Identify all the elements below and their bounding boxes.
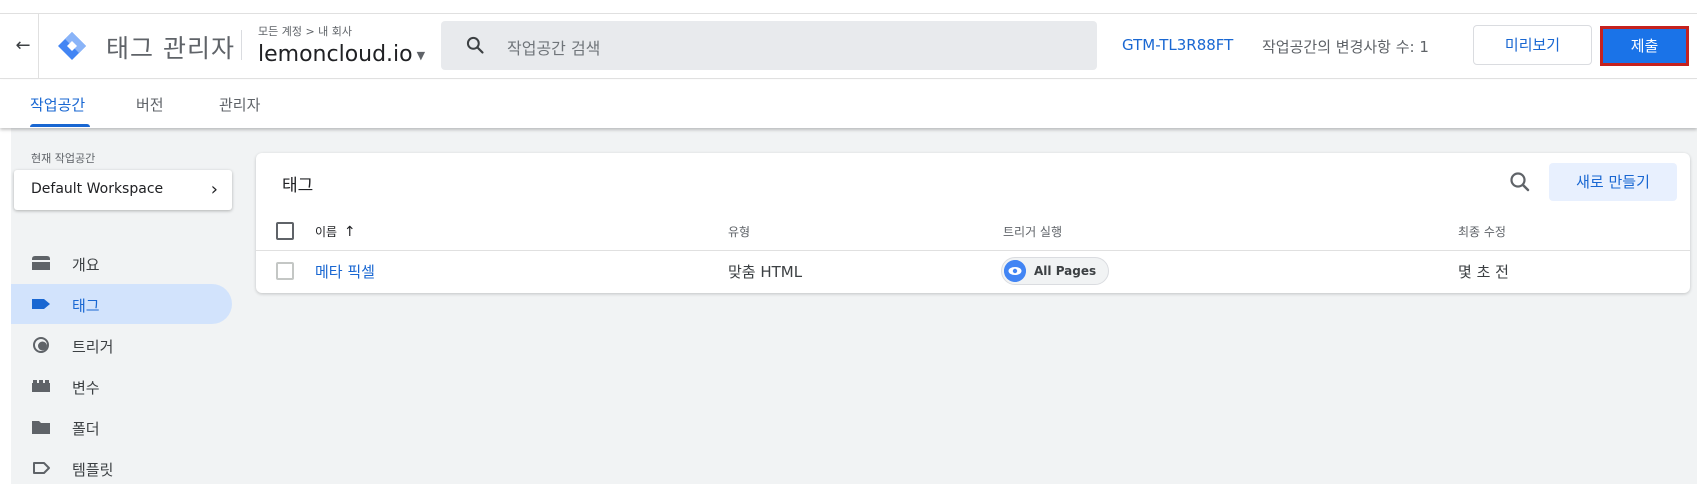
- workspace-name: Default Workspace: [31, 181, 164, 197]
- tab-admin[interactable]: 관리자: [219, 94, 260, 115]
- sidebar-item-tags[interactable]: 태그: [11, 284, 232, 324]
- row-checkbox[interactable]: [276, 262, 294, 280]
- workspace-search-input[interactable]: 작업공간 검색: [441, 21, 1097, 70]
- main-tabs: 작업공간 버전 관리자: [0, 80, 1697, 128]
- workspace-changes-count[interactable]: 작업공간의 변경사항 수: 1: [1262, 36, 1429, 57]
- sidebar-item-overview[interactable]: 개요: [11, 243, 232, 283]
- container-selector[interactable]: lemoncloud.io ▼: [258, 42, 425, 67]
- account-breadcrumb[interactable]: 모든 계정 > 내 회사: [258, 23, 352, 39]
- tags-table-card: 태그 새로 만들기 이름 ↑ 유형 트리거 실행 최종 수정 메타 픽셀 맞춤 …: [256, 153, 1690, 293]
- column-header-name[interactable]: 이름 ↑: [315, 223, 356, 240]
- column-label: 이름: [315, 225, 338, 239]
- trigger-icon: [33, 337, 49, 353]
- last-modified: 몇 초 전: [1458, 263, 1509, 281]
- column-header-type[interactable]: 유형: [728, 223, 750, 240]
- variables-icon: [32, 380, 50, 392]
- back-arrow-icon[interactable]: ←: [11, 34, 35, 58]
- sidebar-item-label: 변수: [72, 379, 100, 397]
- dropdown-caret-icon: ▼: [416, 48, 426, 62]
- tab-workspace[interactable]: 작업공간: [30, 94, 85, 115]
- tag-icon: [32, 299, 50, 309]
- tag-name-link[interactable]: 메타 픽셀: [315, 261, 375, 282]
- folder-icon: [32, 421, 50, 434]
- tag-type: 맞춤 HTML: [728, 263, 803, 281]
- divider: [38, 14, 39, 78]
- new-tag-button[interactable]: 새로 만들기: [1549, 163, 1677, 201]
- trigger-chip[interactable]: All Pages: [1001, 257, 1110, 285]
- divider: [241, 30, 242, 60]
- container-id-link[interactable]: GTM-TL3R88FT: [1122, 36, 1233, 54]
- gtm-logo-icon: [58, 32, 86, 60]
- tags-card-title: 태그: [282, 176, 314, 196]
- template-icon: [33, 462, 50, 474]
- sidebar-item-folders[interactable]: 폴더: [11, 407, 232, 447]
- chevron-right-icon: ›: [210, 179, 218, 200]
- sidebar-item-variables[interactable]: 변수: [11, 366, 232, 406]
- sidebar-item-label: 개요: [72, 256, 100, 274]
- preview-button[interactable]: 미리보기: [1473, 25, 1592, 65]
- sidebar-item-label: 템플릿: [72, 461, 114, 479]
- divider: [256, 250, 1690, 251]
- select-all-checkbox[interactable]: [276, 222, 294, 240]
- workspace-selector[interactable]: Default Workspace ›: [14, 170, 232, 210]
- top-bar: ← 태그 관리자 모든 계정 > 내 회사 lemoncloud.io ▼ 작업공…: [0, 13, 1697, 79]
- submit-button[interactable]: 제출: [1600, 26, 1689, 66]
- column-header-modified[interactable]: 최종 수정: [1458, 223, 1506, 240]
- container-name: lemoncloud.io: [258, 42, 413, 67]
- app-title: 태그 관리자: [106, 34, 235, 63]
- sidebar-item-label: 트리거: [72, 338, 114, 356]
- tab-versions[interactable]: 버전: [136, 94, 164, 115]
- sidebar-item-label: 폴더: [72, 420, 100, 438]
- sort-ascending-icon: ↑: [343, 224, 356, 240]
- eye-icon: [1004, 260, 1026, 282]
- search-icon[interactable]: [1506, 168, 1534, 196]
- sidebar-item-templates[interactable]: 템플릿: [11, 448, 232, 488]
- active-tab-indicator: [30, 124, 90, 127]
- column-header-trigger[interactable]: 트리거 실행: [1003, 223, 1062, 240]
- search-icon: [466, 36, 484, 54]
- overview-icon: [32, 256, 50, 270]
- sidebar-item-label: 태그: [72, 297, 100, 315]
- search-placeholder: 작업공간 검색: [507, 39, 601, 58]
- trigger-chip-label: All Pages: [1034, 264, 1097, 278]
- current-workspace-label: 현재 작업공간: [31, 152, 96, 165]
- sidebar-item-triggers[interactable]: 트리거: [11, 325, 232, 365]
